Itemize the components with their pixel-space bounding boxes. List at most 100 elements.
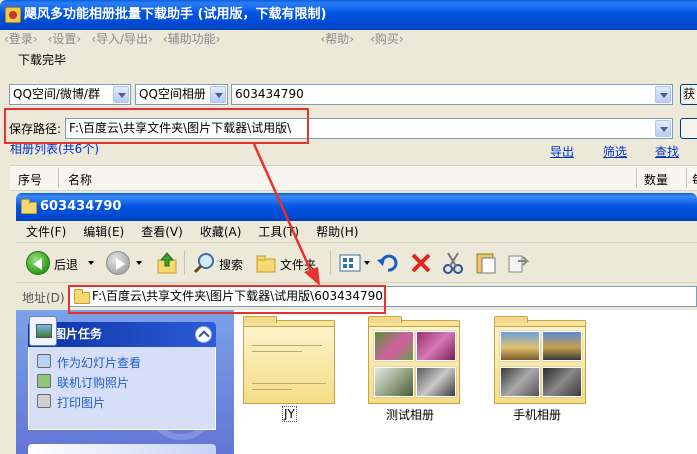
find-link[interactable]: 查找 [655,143,679,160]
folder-jy-label[interactable]: JY [282,406,297,422]
folder-thumbnail[interactable] [368,316,460,404]
picture-tasks-title: 图片任务 [54,327,103,341]
album-type-value: QQ空间相册 [139,87,206,101]
explorer-menu-favorites[interactable]: 收藏(A) [200,221,242,242]
task-order-prints[interactable]: 联机订购照片 [57,374,129,391]
chevron-down-icon[interactable] [113,86,129,103]
chevron-down-icon[interactable] [210,86,226,103]
task-print[interactable]: 打印图片 [57,394,105,411]
source-select-value: QQ空间/微博/群 [13,87,100,101]
up-folder-icon[interactable] [156,251,178,275]
status-label: 下载完毕 [18,53,67,67]
column-divider[interactable] [686,168,687,188]
cut-icon[interactable] [441,251,465,275]
column-divider[interactable] [636,168,637,188]
forward-arrow-icon[interactable] [106,251,130,275]
folder-thumbnail[interactable] [494,316,586,404]
get-button[interactable]: 获 [680,84,697,105]
photo-thumbnail [416,367,456,397]
photo-thumbnail [542,367,582,397]
photo-thumbnail [416,331,456,361]
folder-icon [21,199,37,214]
save-path-combobox[interactable]: F:\百度云\共享文件夹\图片下载器\试用版\ [65,118,673,139]
folder-thumbnail[interactable] [243,316,335,404]
toolbar-separator [330,251,331,275]
photo-thumbnail [542,331,582,361]
address-value: F:\百度云\共享文件夹\图片下载器\试用版\603434790 [92,289,383,303]
explorer-title-bar[interactable]: 603434790 [16,193,697,221]
folder-phone-label[interactable]: 手机相册 [513,406,561,423]
other-tasks-header[interactable] [28,444,216,454]
album-list-title: 相册列表(共6个) [10,142,99,156]
account-combobox[interactable]: 603434790 [231,84,673,105]
chevron-down-icon[interactable] [364,261,370,265]
app-menubar: ‹登录› ‹设置› ‹导入/导出› ‹辅助功能› ‹帮助› ‹购买› [0,30,697,48]
app-title: 飓风多功能相册批量下载助手 (试用版，下载有限制) [24,7,327,22]
photo-thumbnail [374,367,414,397]
undo-icon[interactable] [376,251,400,275]
photo-thumbnail [374,331,414,361]
app-title-bar: 飓风多功能相册批量下载助手 (试用版，下载有限制) [0,0,697,30]
folder-content-area: JY 测试相册 手机相册 [234,310,697,454]
menu-settings[interactable]: ‹设置› [48,30,82,48]
folder-icon [74,289,90,304]
save-path-value: F:\百度云\共享文件夹\图片下载器\试用版\ [69,121,292,135]
folder-test-label[interactable]: 测试相册 [386,406,434,423]
slideshow-icon [37,354,51,368]
export-link[interactable]: 导出 [550,143,574,160]
task-pane: 图片任务 作为幻灯片查看 联机订购照片 打印图片 [16,310,234,454]
chevron-down-icon[interactable] [655,120,671,137]
explorer-menu-edit[interactable]: 编辑(E) [83,221,124,242]
collapse-chevron-icon[interactable] [195,326,212,343]
album-table-header: 序号 名称 数量 每 [10,165,697,191]
copy-to-icon[interactable] [506,251,530,275]
task-slideshow[interactable]: 作为幻灯片查看 [57,354,141,371]
album-type-select[interactable]: QQ空间相册 [135,84,228,105]
chevron-down-icon[interactable] [136,261,142,265]
column-index[interactable]: 序号 [18,171,42,188]
chevron-down-icon[interactable] [88,261,94,265]
explorer-menubar: 文件(F) 编辑(E) 查看(V) 收藏(A) 工具(T) 帮助(H) [16,221,697,243]
menu-login[interactable]: ‹登录› [4,30,38,48]
order-prints-icon [37,374,51,388]
explorer-title: 603434790 [40,199,122,214]
picture-tasks-panel: 图片任务 作为幻灯片查看 联机订购照片 打印图片 [28,316,216,430]
explorer-window: 603434790 文件(F) 编辑(E) 查看(V) 收藏(A) 工具(T) … [16,193,697,454]
menu-import-export[interactable]: ‹导入/导出› [91,30,153,48]
toolbar-separator [184,251,185,275]
printer-icon [37,394,51,408]
menu-tools[interactable]: ‹辅助功能› [163,30,221,48]
photo-thumbnail [500,331,540,361]
folder-test-preview [368,326,460,404]
menu-buy[interactable]: ‹购买› [370,30,404,48]
menu-help[interactable]: ‹帮助› [320,30,354,48]
address-bar: 地址(D) F:\百度云\共享文件夹\图片下载器\试用版\603434790 [16,283,697,309]
back-arrow-icon[interactable] [26,251,50,275]
back-button-label[interactable]: 后退 [54,256,78,273]
picture-tasks-list: 作为幻灯片查看 联机订购照片 打印图片 [28,347,216,430]
column-extra[interactable]: 每 [692,171,697,188]
filter-link[interactable]: 筛选 [603,143,627,160]
delete-icon[interactable] [409,251,433,275]
account-value: 603434790 [235,87,304,101]
views-icon[interactable] [338,251,362,275]
folder-jy-preview [243,326,335,404]
column-divider[interactable] [58,168,59,188]
address-label: 地址(D) [22,291,65,305]
explorer-menu-file[interactable]: 文件(F) [26,221,66,242]
browse-button[interactable] [680,118,697,139]
photo-thumbnail [500,367,540,397]
search-icon[interactable] [192,251,216,275]
folder-phone-preview [494,326,586,404]
explorer-toolbar: 后退 搜索 文件夹 [16,243,697,283]
paste-icon[interactable] [474,251,498,275]
column-count[interactable]: 数量 [644,171,668,188]
explorer-menu-view[interactable]: 查看(V) [141,221,183,242]
annotation-arrow-icon [252,143,320,286]
picture-tasks-header[interactable]: 图片任务 [28,316,216,347]
column-name[interactable]: 名称 [68,171,92,188]
save-path-label: 保存路径: [9,122,62,136]
chevron-down-icon[interactable] [655,86,671,103]
source-select[interactable]: QQ空间/微博/群 [9,84,131,105]
address-input[interactable]: F:\百度云\共享文件夹\图片下载器\试用版\603434790 [69,286,697,307]
